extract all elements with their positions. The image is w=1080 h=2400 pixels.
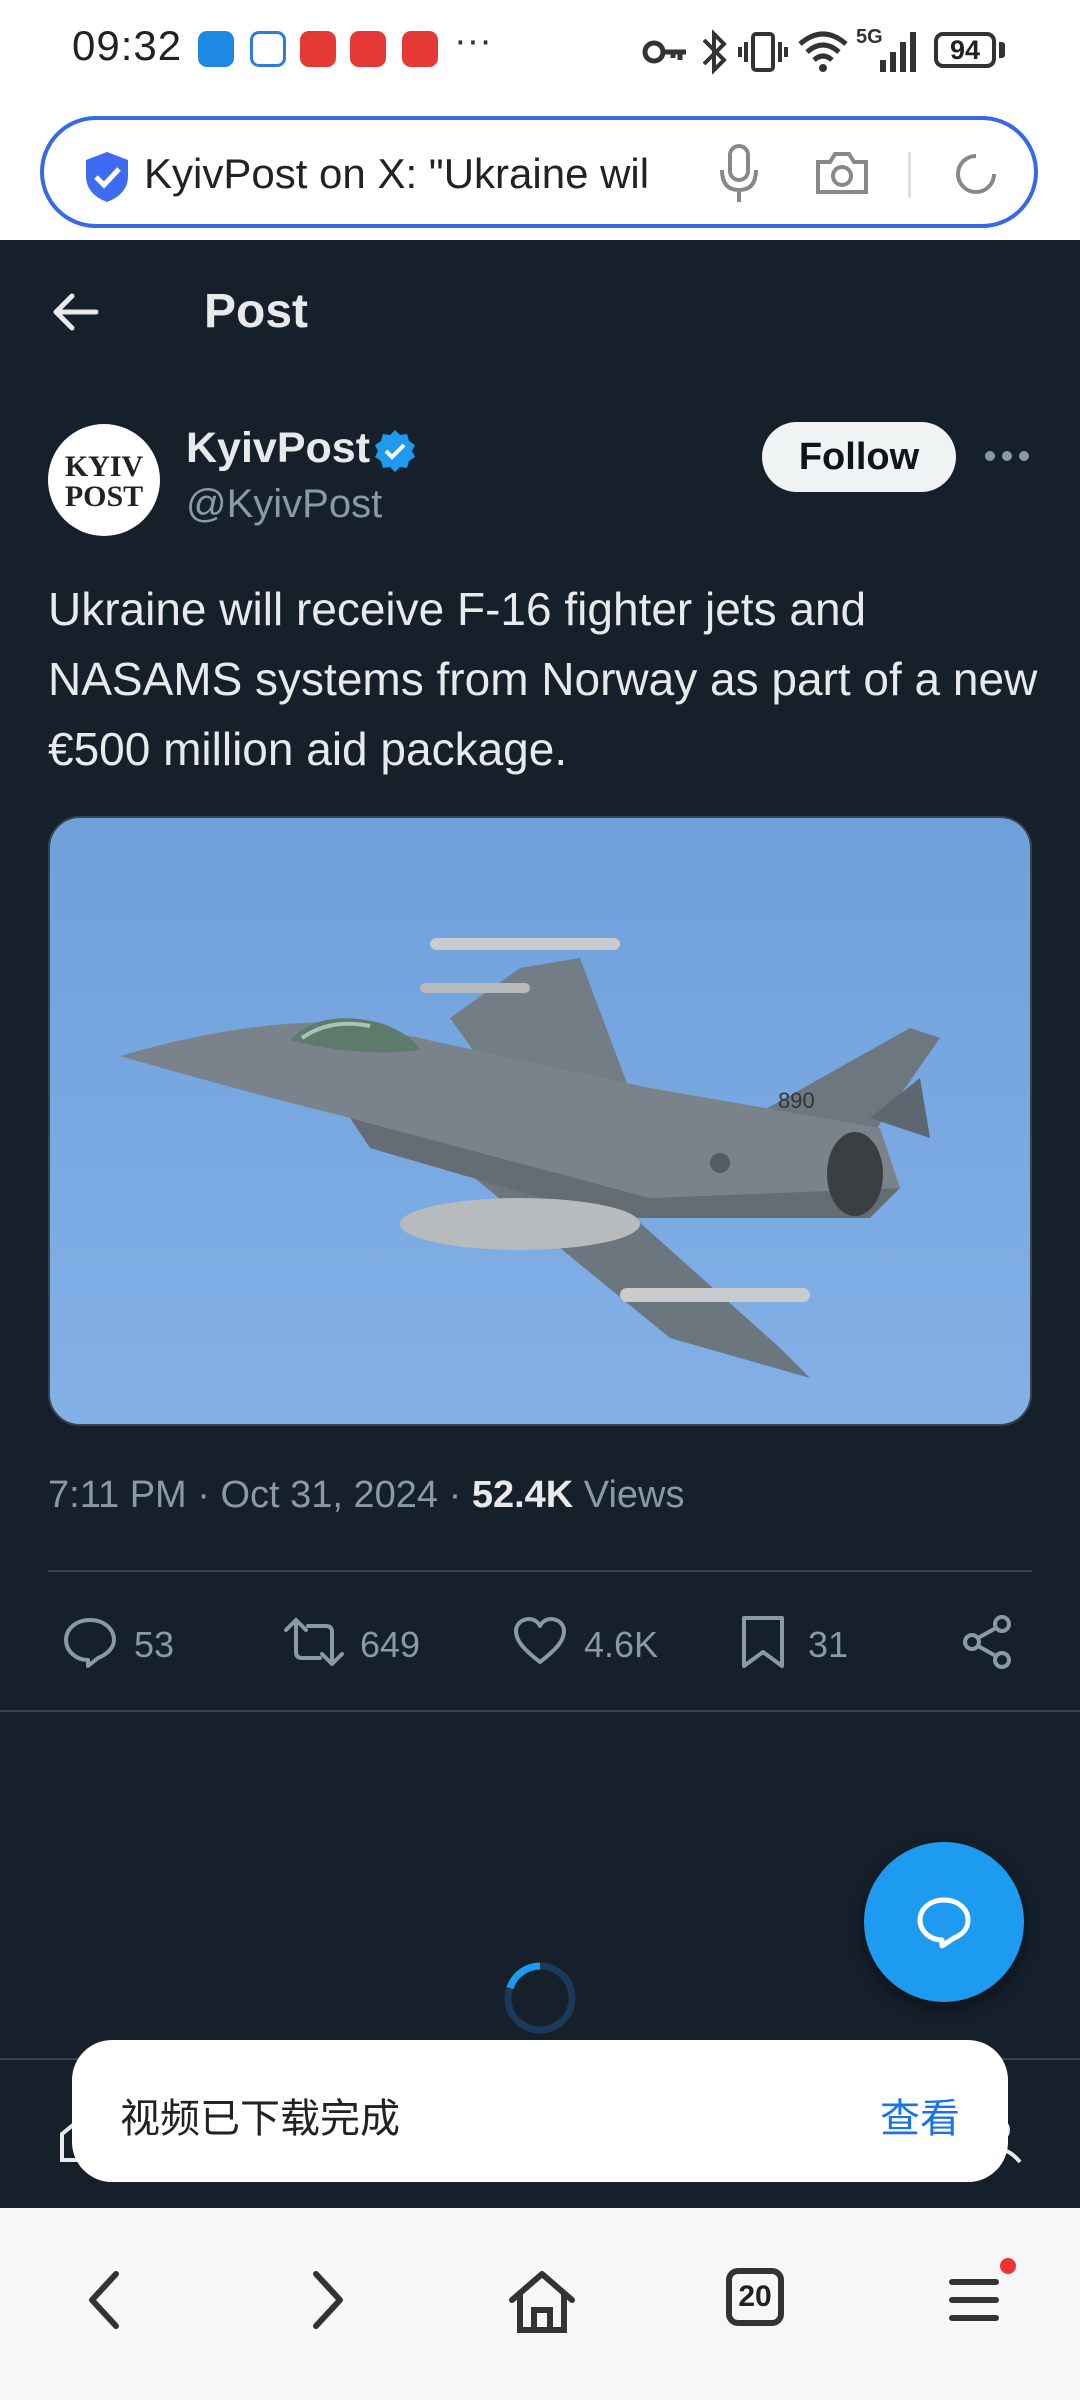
- app-notification-icon-1: [198, 31, 234, 67]
- browser-address-area: KyivPost on X: "Ukraine wil: [0, 106, 1080, 240]
- compose-reply-button[interactable]: [864, 1842, 1024, 2002]
- battery-icon: 94: [934, 32, 996, 68]
- post-text: Ukraine will receive F-16 fighter jets a…: [48, 583, 1038, 775]
- bluetooth-icon: [702, 29, 727, 75]
- status-time: 09:32: [72, 22, 183, 69]
- reply-icon: [64, 1618, 116, 1668]
- more-notifications-icon: ···: [454, 20, 492, 62]
- download-toast: 视频已下载完成 查看: [72, 2040, 1008, 2182]
- browser-home-icon[interactable]: [506, 2268, 578, 2336]
- toast-message: 视频已下载完成: [120, 2096, 400, 2142]
- vibrate-icon: [738, 32, 788, 72]
- repost-icon: [284, 1618, 344, 1666]
- back-arrow-icon[interactable]: [50, 290, 100, 334]
- refresh-icon[interactable]: [948, 146, 1004, 202]
- chat-bubble-icon: [917, 1897, 971, 1949]
- section-divider: [0, 1710, 1080, 1712]
- bookmark-button[interactable]: 31: [738, 1614, 868, 1670]
- signal-icon: [880, 32, 916, 72]
- browser-menu-icon[interactable]: [948, 2268, 1000, 2332]
- reply-count: 53: [134, 1624, 175, 1665]
- post-image[interactable]: 890: [48, 816, 1032, 1426]
- page-title: Post: [204, 285, 309, 338]
- follow-button[interactable]: Follow: [762, 422, 956, 492]
- key-icon: [642, 40, 686, 64]
- browser-nav-bar: [0, 2208, 1080, 2400]
- browser-back-icon[interactable]: [84, 2268, 124, 2332]
- menu-notification-dot: [1000, 2258, 1016, 2274]
- bookmark-icon: [742, 1616, 784, 1668]
- loading-spinner-icon: [504, 1962, 576, 2034]
- avatar[interactable]: KYIV POST: [48, 424, 160, 536]
- avatar-line-1: KYIV: [64, 450, 144, 483]
- battery-tip: [999, 42, 1005, 58]
- camera-icon[interactable]: [814, 148, 870, 198]
- repost-count: 649: [360, 1624, 421, 1665]
- post-timestamp: 7:11 PM · Oct 31, 2024 ·: [48, 1474, 472, 1516]
- fighter-jet-image: 890: [120, 938, 940, 1378]
- wifi-icon: [798, 31, 848, 72]
- shield-check-icon: [86, 152, 128, 202]
- more-options-icon[interactable]: [982, 436, 1032, 476]
- browser-forward-icon[interactable]: [308, 2268, 348, 2332]
- views-count: 52.4K: [471, 1474, 574, 1516]
- views-label: Views: [573, 1474, 685, 1516]
- address-separator: [908, 152, 911, 198]
- repost-button[interactable]: 649: [282, 1614, 432, 1670]
- app-notification-icon-3: [350, 31, 386, 67]
- app-notification-icon-2: [300, 31, 336, 67]
- microphone-icon[interactable]: [716, 142, 762, 206]
- author-handle[interactable]: @KyivPost: [186, 482, 382, 527]
- avatar-line-2: POST: [64, 480, 144, 513]
- verified-badge-icon: [375, 430, 415, 472]
- divider: [48, 1570, 1032, 1572]
- jet-tail-number: 890: [778, 1088, 815, 1113]
- reply-button[interactable]: 53: [62, 1614, 202, 1670]
- post-meta: 7:11 PM · Oct 31, 2024 · 52.4K Views: [48, 1474, 684, 1517]
- author-name[interactable]: KyivPost: [186, 424, 370, 473]
- status-bar: 09:32 ··· 5G 94: [0, 0, 1080, 106]
- address-text[interactable]: KyivPost on X: "Ukraine wil: [144, 150, 724, 198]
- toast-view-button[interactable]: 查看: [880, 2086, 960, 2144]
- address-bar[interactable]: KyivPost on X: "Ukraine wil: [40, 116, 1038, 228]
- like-count: 4.6K: [584, 1624, 659, 1665]
- bookmark-count: 31: [808, 1624, 849, 1665]
- heart-icon: [514, 1617, 566, 1664]
- tabs-counter-button[interactable]: 20: [726, 2268, 784, 2326]
- like-button[interactable]: 4.6K: [512, 1614, 672, 1670]
- ifly-icon: [250, 31, 286, 67]
- share-icon[interactable]: [960, 1614, 1016, 1670]
- huawei-icon: [402, 31, 438, 67]
